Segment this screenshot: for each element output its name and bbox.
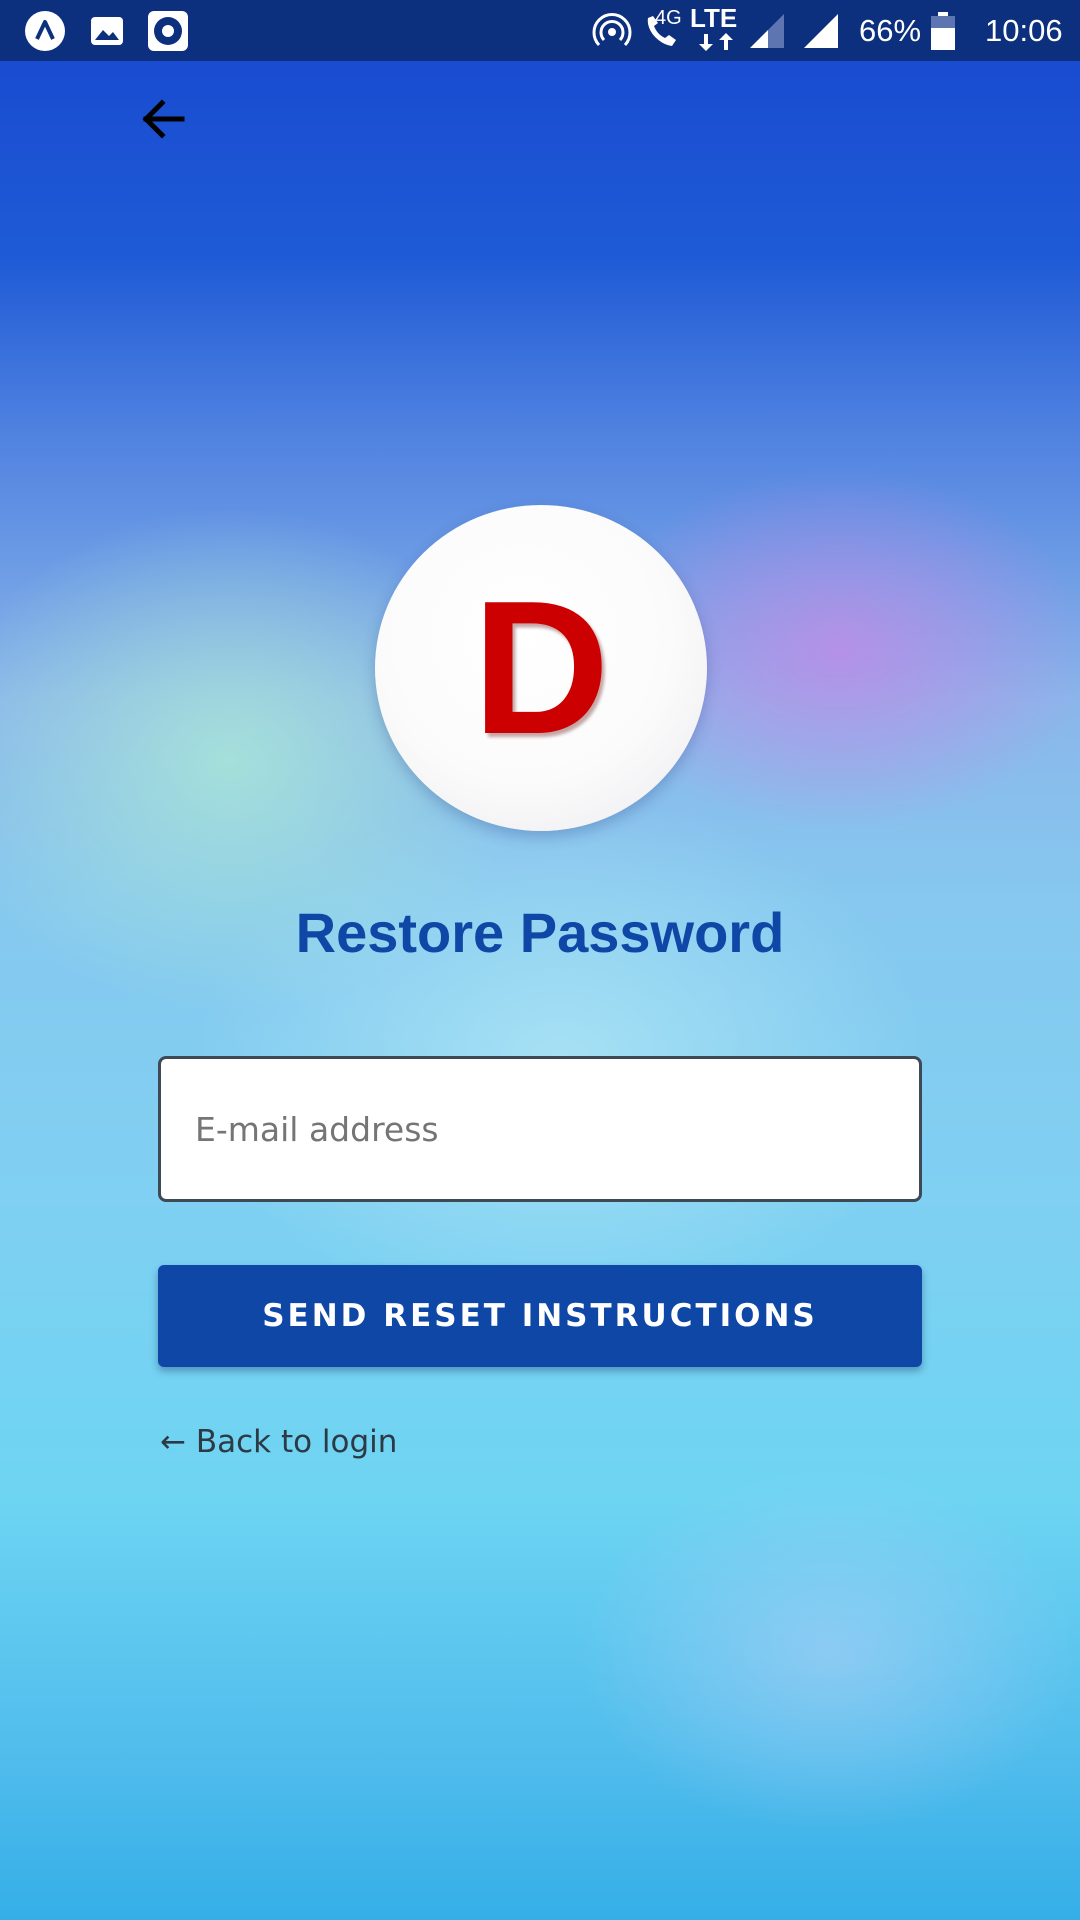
email-field[interactable] (158, 1056, 922, 1202)
arrow-left-icon[interactable] (138, 94, 188, 144)
data-transfer-icon (699, 33, 733, 51)
logo-letter: D (472, 562, 610, 774)
status-bar: 4G LTE 66% 10:06 (0, 0, 1080, 61)
app-logo: D (375, 505, 707, 831)
signal-icon (804, 14, 838, 48)
page-title: Restore Password (295, 901, 785, 964)
clock-time: 10:06 (985, 13, 1063, 48)
send-reset-instructions-button[interactable]: SEND RESET INSTRUCTIONS (158, 1265, 922, 1367)
record-icon (148, 11, 188, 51)
network-4g-label: 4G (655, 7, 682, 29)
hotspot-icon (592, 13, 632, 47)
back-to-login-link[interactable]: ← Back to login (160, 1424, 397, 1460)
image-icon (91, 17, 123, 45)
signal-icon (750, 14, 784, 48)
battery-percent: 66% (859, 13, 922, 48)
battery-icon (931, 12, 955, 50)
app-a-icon (25, 11, 65, 51)
